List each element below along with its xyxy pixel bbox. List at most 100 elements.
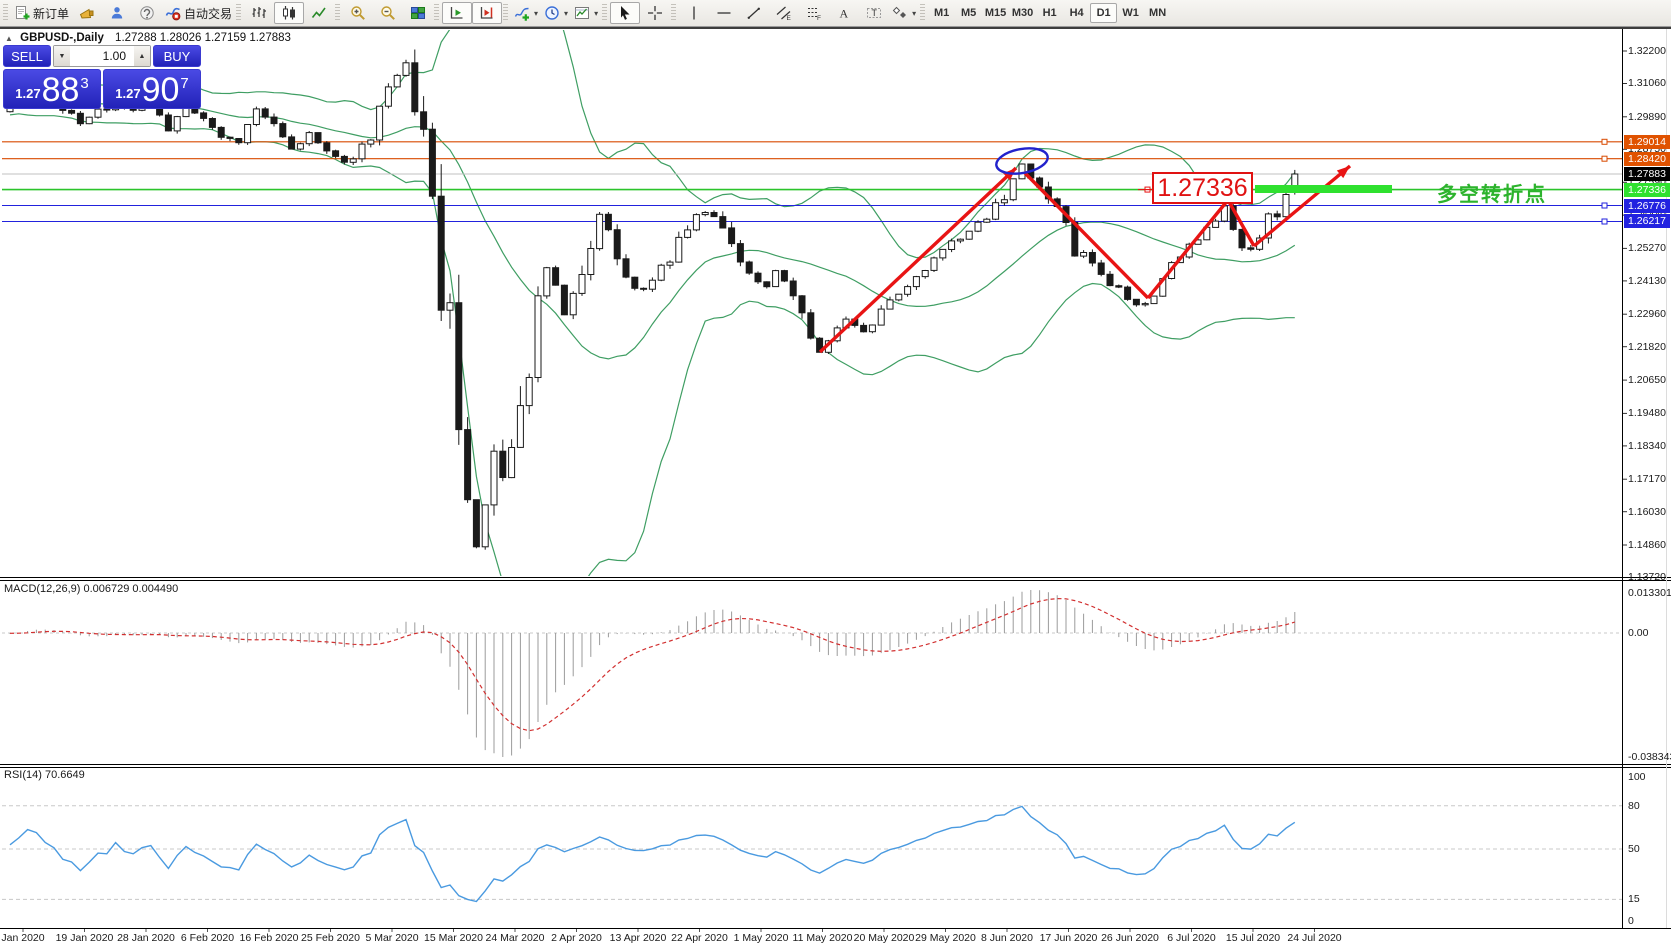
template-icon <box>574 5 590 21</box>
new-order-button[interactable]: 新订单 <box>11 2 72 24</box>
auto-scroll-button[interactable] <box>442 2 472 24</box>
volume-value[interactable]: 1.00 <box>70 46 134 66</box>
timeframe-m5[interactable]: M5 <box>955 3 982 23</box>
collapse-icon[interactable]: ▲ <box>5 34 13 43</box>
bar-chart-icon <box>251 5 267 21</box>
price-level-badge: 1.27336 <box>1624 183 1670 197</box>
date-tick[interactable]: 19 Jan 2020 <box>56 932 114 944</box>
zoom-in-icon <box>350 5 366 21</box>
date-tick[interactable]: 28 Jan 2020 <box>117 932 175 944</box>
date-tick[interactable]: 15 Jul 2020 <box>1226 932 1280 944</box>
sell-button[interactable]: SELL <box>3 45 51 67</box>
timeframe-m1[interactable]: M1 <box>928 3 955 23</box>
vline-icon <box>686 5 702 21</box>
timeframe-w1[interactable]: W1 <box>1117 3 1144 23</box>
horizontal-line-button[interactable] <box>709 2 739 24</box>
date-tick[interactable]: 13 Apr 2020 <box>610 932 667 944</box>
chart-top-border <box>0 27 1671 29</box>
text-label-button[interactable]: T <box>859 2 889 24</box>
divider-macd-rsi[interactable] <box>0 764 1671 765</box>
zoom-out-button[interactable] <box>373 2 403 24</box>
buy-price-button[interactable]: 1.27 90 7 <box>103 69 201 109</box>
date-tick[interactable]: 6 Jul 2020 <box>1167 932 1215 944</box>
chevron-down-icon[interactable]: ▾ <box>564 9 568 18</box>
date-tick[interactable]: 6 Feb 2020 <box>181 932 234 944</box>
volume-decrease-button[interactable]: ▼ <box>54 46 70 66</box>
timeframe-m30[interactable]: M30 <box>1009 3 1036 23</box>
chart-symbol-period: GBPUSD-,Daily <box>20 32 104 44</box>
sell-price-button[interactable]: 1.27 88 3 <box>3 69 101 109</box>
timeframe-m15[interactable]: M15 <box>982 3 1009 23</box>
chart-graphics[interactable] <box>0 0 1671 944</box>
megaphone-icon <box>79 5 95 21</box>
text-icon: A <box>836 5 852 21</box>
sell-price-sup: 3 <box>80 75 88 92</box>
zoom-in-button[interactable] <box>343 2 373 24</box>
arrows-icon <box>892 5 908 21</box>
timeframe-mn[interactable]: MN <box>1144 3 1171 23</box>
vertical-line-button[interactable] <box>679 2 709 24</box>
hline-icon <box>716 5 732 21</box>
main-toolbar: 新订单 自动交易 ▾ ▾ ▾ EFAT ▾ M1M5M15M30H1H4D1W1MN <box>0 0 1671 27</box>
timeframe-h4[interactable]: H4 <box>1063 3 1090 23</box>
toolbar-grip <box>236 4 241 22</box>
periods-button[interactable]: ▾ <box>541 2 571 24</box>
date-tick[interactable]: 20 May 2020 <box>854 932 915 944</box>
text-button[interactable]: A <box>829 2 859 24</box>
price-tick: 1.18340 <box>1628 440 1666 452</box>
crosshair-button[interactable] <box>640 2 670 24</box>
candlestick-button[interactable] <box>274 2 304 24</box>
chevron-down-icon[interactable]: ▾ <box>912 9 916 18</box>
chart-ohlc-values: 1.27288 1.28026 1.27159 1.27883 <box>115 32 291 44</box>
divider-macd-rsi-2 <box>0 767 1671 768</box>
date-tick[interactable]: 16 Feb 2020 <box>240 932 299 944</box>
chevron-down-icon[interactable]: ▾ <box>594 9 598 18</box>
date-tick[interactable]: 1 May 2020 <box>734 932 789 944</box>
bar-chart-button[interactable] <box>244 2 274 24</box>
channel-button[interactable]: E <box>769 2 799 24</box>
timeframe-d1[interactable]: D1 <box>1090 3 1117 23</box>
cursor-button[interactable] <box>610 2 640 24</box>
date-tick[interactable]: 15 Mar 2020 <box>424 932 483 944</box>
date-tick[interactable]: 26 Jun 2020 <box>1101 932 1159 944</box>
community-button[interactable] <box>102 2 132 24</box>
green-level-bar[interactable] <box>1255 185 1392 193</box>
date-tick[interactable]: 24 Jul 2020 <box>1287 932 1341 944</box>
date-tick[interactable]: 25 Feb 2020 <box>301 932 360 944</box>
chart-shift-button[interactable] <box>472 2 502 24</box>
autotrading-button[interactable]: 自动交易 <box>162 2 235 24</box>
publish-button[interactable] <box>72 2 102 24</box>
date-tick[interactable]: Jan 2020 <box>1 932 44 944</box>
tile-windows-button[interactable] <box>403 2 433 24</box>
indicators-button[interactable]: ▾ <box>511 2 541 24</box>
trendline-button[interactable] <box>739 2 769 24</box>
date-tick[interactable]: 22 Apr 2020 <box>671 932 728 944</box>
sell-price-big: 88 <box>42 74 80 106</box>
date-tick[interactable]: 17 Jun 2020 <box>1040 932 1098 944</box>
templates-button[interactable]: ▾ <box>571 2 601 24</box>
shift-icon <box>479 5 495 21</box>
price-tick: 1.16030 <box>1628 506 1666 518</box>
signals-button[interactable] <box>132 2 162 24</box>
turning-point-note[interactable]: 多空转折点 <box>1437 178 1547 207</box>
chevron-down-icon[interactable]: ▾ <box>534 9 538 18</box>
date-tick[interactable]: 5 Mar 2020 <box>365 932 418 944</box>
zoom-out-icon <box>380 5 396 21</box>
mt4-window: 新订单 自动交易 ▾ ▾ ▾ EFAT ▾ M1M5M15M30H1H4D1W1MN ▲ GB… <box>0 0 1671 944</box>
price-annotation-box[interactable]: 1.27336 <box>1152 172 1253 204</box>
buy-button[interactable]: BUY <box>153 45 201 67</box>
line-chart-button[interactable] <box>304 2 334 24</box>
divider-main-macd[interactable] <box>0 577 1671 578</box>
volume-increase-button[interactable]: ▲ <box>134 46 150 66</box>
date-tick[interactable]: 2 Apr 2020 <box>551 932 602 944</box>
macd-panel-graphics <box>2 590 1622 757</box>
timeframe-h1[interactable]: H1 <box>1036 3 1063 23</box>
channel-icon: E <box>776 5 792 21</box>
fibonacci-button[interactable]: F <box>799 2 829 24</box>
date-tick[interactable]: 24 Mar 2020 <box>486 932 545 944</box>
arrows-button[interactable]: ▾ <box>889 2 919 24</box>
date-tick[interactable]: 29 May 2020 <box>915 932 976 944</box>
sell-price-small: 1.27 <box>15 86 40 101</box>
date-tick[interactable]: 11 May 2020 <box>793 932 853 944</box>
date-tick[interactable]: 8 Jun 2020 <box>981 932 1033 944</box>
